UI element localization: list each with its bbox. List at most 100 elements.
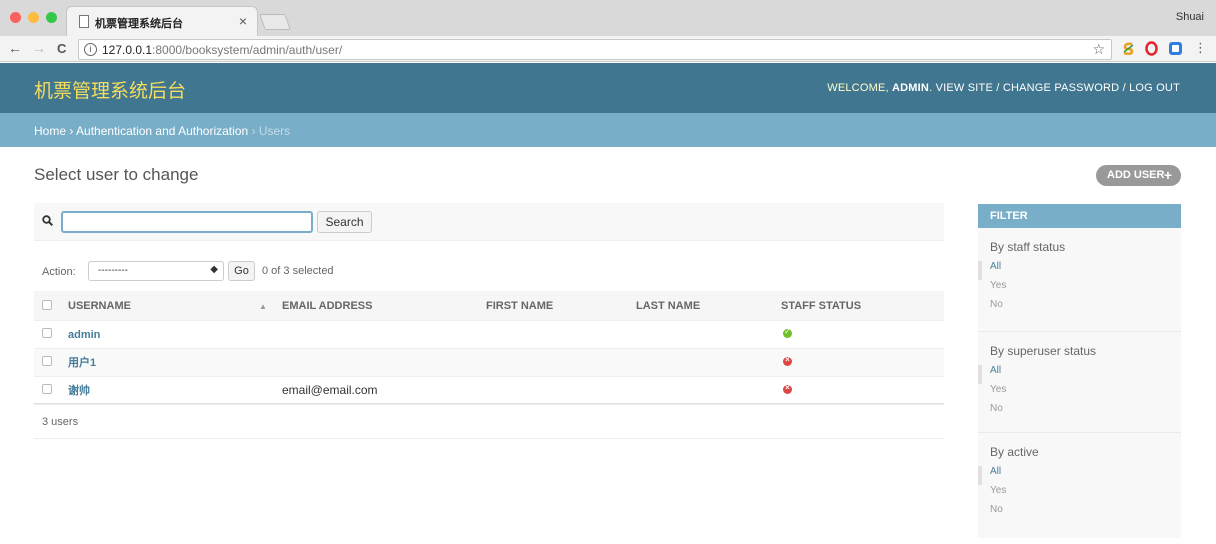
filter-option-all[interactable]: All — [978, 466, 1181, 485]
breadcrumb: Home › Authentication and Authorization … — [0, 113, 1216, 147]
email-cell: email@email.com — [282, 376, 486, 405]
staff-yes-icon: ✓ — [783, 327, 792, 338]
table-header-row: USERNAME ▲ EMAIL ADDRESS FIRST NAME LAST … — [34, 291, 944, 321]
address-bar[interactable]: i 127.0.0.1:8000/booksystem/admin/auth/u… — [78, 39, 1112, 60]
back-icon[interactable]: ← — [8, 40, 22, 56]
browser-menu-icon[interactable]: ⋮ — [1194, 40, 1207, 56]
filter-option-yes[interactable]: Yes — [978, 485, 1181, 504]
tools-separator: / — [996, 82, 1000, 94]
action-label: Action: — [42, 266, 76, 278]
url-host: 127.0.0.1 — [102, 43, 153, 57]
plus-icon: + — [1163, 167, 1172, 183]
filter-group-superuser-status: By superuser status All Yes No — [978, 332, 1181, 433]
extension-blue-icon[interactable] — [1168, 41, 1183, 56]
url-path: :8000/booksystem/admin/auth/user/ — [152, 43, 343, 57]
actions-bar: Action: --------- ◆ Go 0 of 3 selected — [34, 259, 944, 287]
tools-separator: / — [1122, 82, 1126, 94]
filter-group-title: By superuser status — [990, 344, 1097, 358]
site-header: 机票管理系统后台 WELCOME, ADMIN. VIEW SITE / CHA… — [0, 63, 1216, 113]
sort-ascending-icon[interactable]: ▲ — [259, 302, 267, 311]
extension-s-icon[interactable] — [1121, 41, 1136, 56]
result-count: 3 users — [42, 416, 79, 428]
filter-option-no[interactable]: No — [978, 299, 1181, 318]
search-toolbar: Search — [34, 203, 944, 241]
filter-title: FILTER — [978, 204, 1181, 228]
breadcrumb-current: Users — [258, 124, 291, 138]
filter-group-title: By active — [990, 445, 1039, 459]
info-icon[interactable]: i — [84, 43, 97, 56]
tab-close-icon[interactable]: × — [239, 13, 247, 29]
browser-tab[interactable]: 机票管理系统后台 × — [66, 6, 258, 36]
username-link[interactable]: 用户1 — [68, 357, 96, 369]
bookmark-star-icon[interactable]: ☆ — [1092, 41, 1105, 58]
column-header-username[interactable]: USERNAME ▲ — [68, 291, 282, 321]
profile-name[interactable]: Shuai — [1176, 11, 1204, 23]
forward-icon[interactable]: → — [32, 40, 46, 56]
breadcrumb-section-link[interactable]: Authentication and Authorization — [76, 124, 248, 138]
url-text: 127.0.0.1:8000/booksystem/admin/auth/use… — [102, 43, 342, 57]
tab-title: 机票管理系统后台 — [95, 18, 183, 30]
table-row: 用户1 × — [34, 348, 944, 377]
breadcrumb-path: Home › Authentication and Authorization … — [34, 124, 290, 138]
action-select[interactable]: --------- ◆ — [88, 261, 224, 281]
breadcrumb-home-link[interactable]: Home — [34, 124, 66, 138]
search-icon — [42, 215, 53, 226]
filter-option-all[interactable]: All — [978, 261, 1181, 280]
browser-nav-bar: ← → C i 127.0.0.1:8000/booksystem/admin/… — [0, 36, 1216, 62]
last-name-cell — [636, 376, 781, 405]
row-checkbox[interactable] — [42, 384, 52, 394]
icon-glyph: ✓ — [784, 327, 791, 336]
logout-link[interactable]: LOG OUT — [1129, 82, 1180, 94]
search-input[interactable] — [61, 211, 313, 233]
breadcrumb-separator: › — [69, 124, 74, 138]
first-name-cell — [486, 320, 636, 349]
new-tab-button[interactable] — [259, 14, 291, 30]
filter-option-yes[interactable]: Yes — [978, 384, 1181, 403]
view-site-link[interactable]: VIEW SITE — [936, 82, 993, 94]
icon-glyph: × — [785, 355, 790, 364]
table-row: 谢帅 email@email.com × — [34, 376, 944, 405]
last-name-cell — [636, 348, 781, 377]
table-row: admin ✓ — [34, 320, 944, 349]
action-selected-option: --------- — [98, 265, 128, 276]
filter-option-no[interactable]: No — [978, 403, 1181, 422]
column-header-first-name[interactable]: FIRST NAME — [486, 291, 636, 321]
email-cell — [282, 348, 486, 377]
close-window-button[interactable] — [10, 12, 21, 23]
column-header-email[interactable]: EMAIL ADDRESS — [282, 291, 486, 321]
filter-group-title: By staff status — [990, 240, 1066, 254]
filter-option-all[interactable]: All — [978, 365, 1181, 384]
selection-count: 0 of 3 selected — [262, 265, 334, 277]
first-name-cell — [486, 348, 636, 377]
change-password-link[interactable]: CHANGE PASSWORD — [1003, 82, 1119, 94]
column-label: USERNAME — [68, 300, 131, 313]
opera-icon[interactable] — [1144, 41, 1159, 56]
user-tools: WELCOME, ADMIN. VIEW SITE / CHANGE PASSW… — [827, 82, 1180, 94]
filter-group-active: By active All Yes No — [978, 433, 1181, 537]
page-title: Select user to change — [34, 165, 199, 184]
row-checkbox[interactable] — [42, 356, 52, 366]
first-name-cell — [486, 376, 636, 405]
go-button[interactable]: Go — [228, 261, 255, 281]
page-icon — [79, 15, 89, 28]
staff-no-icon: × — [783, 355, 792, 366]
filter-group-staff-status: By staff status All Yes No — [978, 228, 1181, 332]
staff-no-icon: × — [783, 383, 792, 394]
reload-icon[interactable]: C — [57, 41, 66, 56]
row-checkbox[interactable] — [42, 328, 52, 338]
search-button[interactable]: Search — [317, 211, 372, 233]
welcome-text: WELCOME, — [827, 82, 889, 94]
results-table: USERNAME ▲ EMAIL ADDRESS FIRST NAME LAST … — [34, 291, 944, 405]
column-header-staff-status[interactable]: STAFF STATUS — [781, 291, 944, 321]
site-brand[interactable]: 机票管理系统后台 — [34, 76, 186, 103]
username-link[interactable]: 谢帅 — [68, 385, 90, 397]
maximize-window-button[interactable] — [46, 12, 57, 23]
select-all-checkbox[interactable] — [42, 299, 52, 310]
last-name-cell — [636, 320, 781, 349]
minimize-window-button[interactable] — [28, 12, 39, 23]
filter-option-yes[interactable]: Yes — [978, 280, 1181, 299]
filter-option-no[interactable]: No — [978, 504, 1181, 523]
username-link[interactable]: admin — [68, 329, 100, 341]
column-header-last-name[interactable]: LAST NAME — [636, 291, 781, 321]
add-user-button[interactable]: ADD USER + — [1096, 165, 1181, 186]
